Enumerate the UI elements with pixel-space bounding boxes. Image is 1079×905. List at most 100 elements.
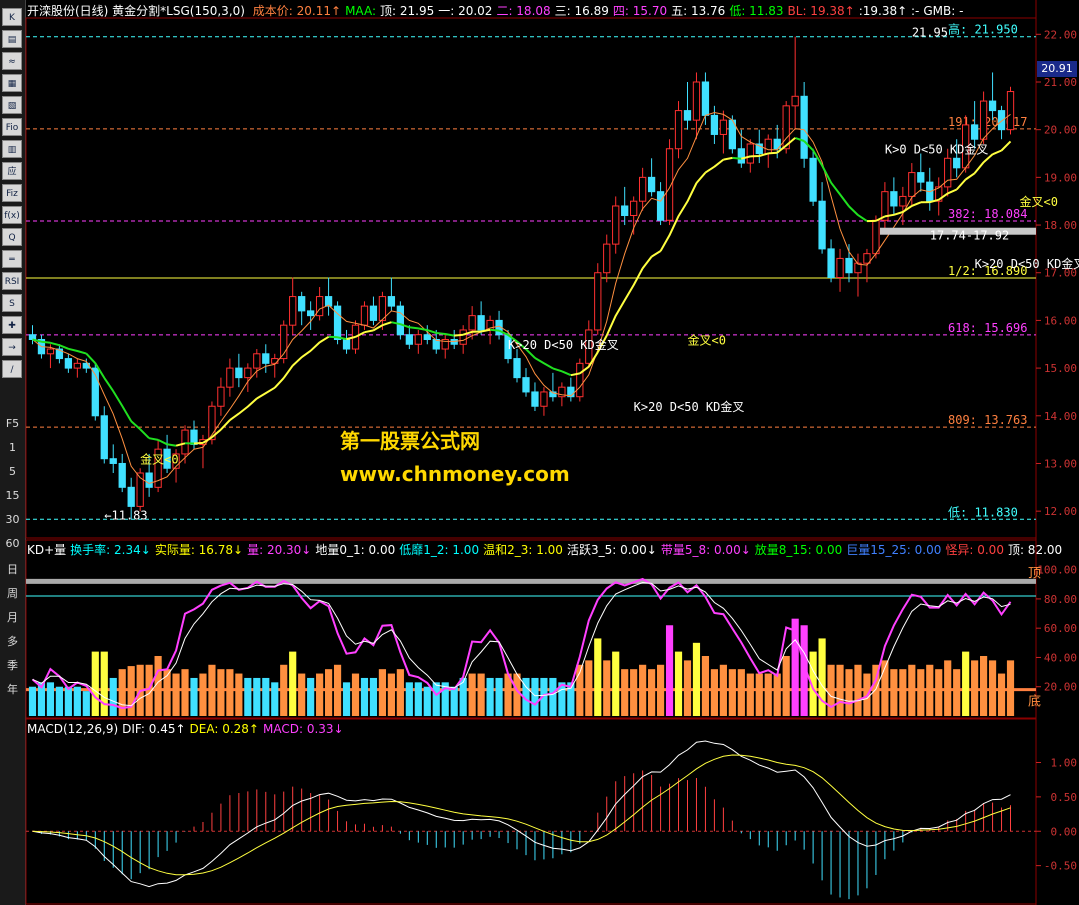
volume-bar <box>73 686 81 716</box>
volume-bar <box>818 638 826 716</box>
volume-bar <box>764 673 772 716</box>
kd-ytick-label: 100.00 <box>1037 564 1077 577</box>
candle-body <box>800 95 808 159</box>
main-ytick-label: 22.00 <box>1044 28 1077 41</box>
candle-body <box>540 391 548 407</box>
candle-body <box>665 148 674 221</box>
kd-ytick-label: 60.00 <box>1044 622 1077 635</box>
candle-body <box>64 358 73 369</box>
watermark-url: www.chnmoney.com <box>340 462 570 486</box>
volume-bar <box>692 642 701 716</box>
volume-bar <box>46 682 55 716</box>
candle-body <box>638 176 647 202</box>
candle-body <box>405 334 413 345</box>
volume-bar <box>226 669 234 716</box>
fib-level-label: 618: 15.696 <box>948 321 1027 335</box>
volume-bar <box>594 638 602 716</box>
chart-annotation: K>0 D<50 KD金叉 <box>885 142 988 157</box>
chart-canvas: 22.0021.0020.0019.0018.0017.0016.0015.00… <box>25 0 1079 905</box>
volume-bar <box>28 686 37 716</box>
candle-body <box>621 205 629 217</box>
volume-bar <box>782 655 790 716</box>
candle-body <box>459 329 467 345</box>
candle-body <box>423 334 431 340</box>
candle-body <box>190 429 198 445</box>
candle-body <box>710 114 719 135</box>
volume-bar <box>351 673 360 716</box>
volume-bar <box>271 682 279 716</box>
candle-body <box>477 315 485 331</box>
volume-bar <box>1006 660 1015 716</box>
macd-dif-line <box>32 740 1011 888</box>
fib-level-label: 382: 18.084 <box>948 207 1027 221</box>
volume-bar <box>360 677 369 716</box>
main-ytick-label: 12.00 <box>1044 505 1077 518</box>
candle-body <box>719 119 728 135</box>
candle-body <box>298 296 306 312</box>
volume-bar <box>190 677 198 716</box>
volume-bar <box>683 660 692 716</box>
volume-bar <box>55 686 63 716</box>
volume-bar <box>988 660 997 716</box>
candle-body <box>387 296 396 307</box>
candle-body <box>953 157 961 169</box>
candle-body <box>271 358 279 364</box>
volume-bar <box>82 691 90 716</box>
volume-bar <box>199 673 207 716</box>
volume-bar <box>899 669 907 716</box>
main-ytick-label: 13.00 <box>1044 457 1077 470</box>
fib-level-label: 低: 11.830 <box>948 505 1018 519</box>
candle-body <box>674 110 683 150</box>
kd-ytick-label: 20.00 <box>1044 681 1077 694</box>
candle-body <box>692 81 701 121</box>
candle-body <box>531 391 539 407</box>
volume-bar <box>639 664 647 716</box>
candle-body <box>890 191 898 207</box>
volume-bar <box>674 651 683 716</box>
macd-ytick-label: 1.00 <box>1051 757 1078 770</box>
candle-body <box>791 95 799 107</box>
volume-bar <box>585 660 593 716</box>
candle-body <box>253 353 261 369</box>
volume-bar <box>513 673 521 716</box>
candle-body <box>118 462 126 488</box>
candle-body <box>701 81 710 116</box>
chart-annotation: K>20 D<50 KD金叉 <box>508 337 619 352</box>
chart-annotation: 金叉<0 <box>687 332 725 347</box>
volume-bar <box>531 677 539 716</box>
macd-pane-frame <box>25 718 1037 905</box>
candle-body <box>369 305 378 321</box>
candle-body <box>845 257 853 274</box>
volume-bar <box>890 669 898 716</box>
volume-bar <box>549 677 557 716</box>
main-ytick-label: 15.00 <box>1044 362 1077 375</box>
volume-bar <box>172 673 180 716</box>
candle-body <box>145 472 153 488</box>
candle-body <box>414 334 422 345</box>
volume-bar <box>997 673 1006 716</box>
candle-body <box>262 353 270 364</box>
volume-bar <box>917 669 925 716</box>
candle-body <box>746 143 754 164</box>
volume-bar <box>710 669 719 716</box>
candle-body <box>342 338 351 350</box>
volume-bar <box>612 651 620 716</box>
volume-bar <box>298 673 306 716</box>
kd-side-label-bottom: 底 <box>1028 693 1041 709</box>
chart-annotation: K>20 D<50 KD金叉 <box>634 399 745 414</box>
volume-bar <box>208 664 216 716</box>
volume-bar <box>944 660 952 716</box>
candle-body <box>217 386 225 407</box>
volume-bar <box>432 682 440 716</box>
fib-level-label: 191: 20.017 <box>948 115 1027 129</box>
candle-body <box>1006 91 1015 131</box>
candle-body <box>908 172 916 197</box>
macd-ytick-label: 0.00 <box>1051 825 1078 838</box>
macd-ytick-label: 0.50 <box>1051 791 1078 804</box>
candle-body <box>513 358 521 379</box>
volume-bar <box>935 669 943 716</box>
candle-body <box>612 205 620 245</box>
main-ytick-label: 14.00 <box>1044 410 1077 423</box>
candle-body <box>100 415 108 460</box>
volume-bar <box>665 625 674 716</box>
